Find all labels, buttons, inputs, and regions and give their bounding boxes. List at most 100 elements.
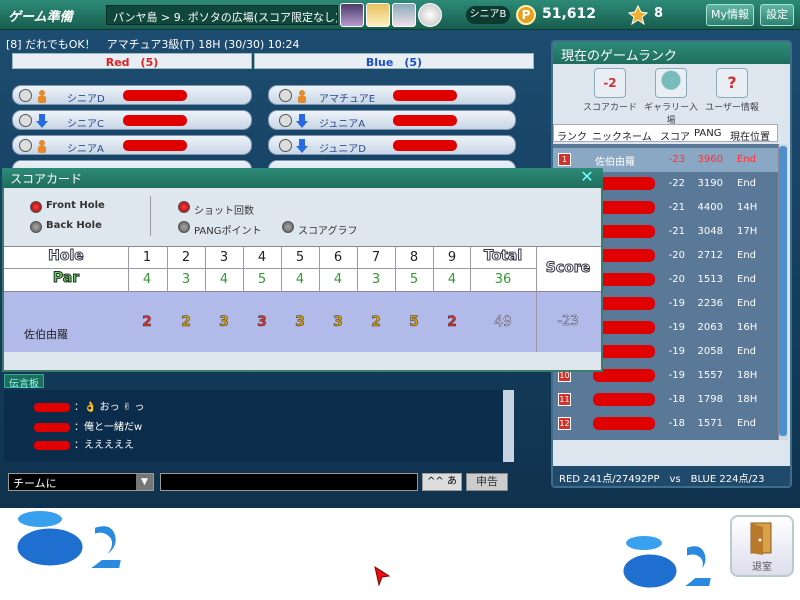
settings-button[interactable]: 設定: [760, 4, 794, 26]
scorecard-title: スコアカード: [2, 168, 603, 188]
par-value: 4: [333, 272, 343, 287]
total-header: Total: [483, 248, 523, 265]
stroke-count: 3: [295, 314, 305, 331]
stroke-count: 3: [257, 314, 267, 331]
par-value: 4: [219, 272, 229, 287]
room-info: [8] だれでもOK！ アマチュア3級(T) 18H (30/30) 10:24: [6, 38, 300, 51]
tab-gallery[interactable]: ギャラリー入場: [641, 68, 701, 126]
player-rank-badge: シニアB: [466, 6, 510, 24]
ready-icon: [19, 89, 32, 102]
stroke-count: 2: [181, 314, 191, 331]
shots-label[interactable]: ショット回数: [194, 202, 254, 217]
character-icon: [38, 140, 46, 153]
par-value: 5: [257, 272, 267, 287]
hole-number: 7: [371, 250, 381, 265]
player-slot[interactable]: ジュニアD: [268, 135, 516, 155]
chat-message: ：えええええ: [34, 436, 134, 451]
arrow-down-icon: [296, 139, 308, 153]
chevron-down-icon[interactable]: ▼: [136, 474, 153, 490]
player-slot[interactable]: シニアA: [12, 135, 252, 155]
rank-table-header: ランク ニックネーム スコア PANG 現在位置: [553, 124, 778, 143]
ready-icon: [19, 114, 32, 127]
team-red-header: Red (5): [12, 53, 252, 69]
par-value: 4: [295, 272, 305, 287]
tab-user-info[interactable]: ? ユーザー情報: [702, 68, 762, 120]
pangya-logo: [620, 536, 714, 591]
stroke-count: 3: [333, 314, 343, 331]
scorecard-player-name: 佐伯由羅: [24, 328, 68, 341]
arrow-down-icon: [36, 114, 48, 128]
message-board-label: 伝言板: [4, 374, 44, 390]
team-blue-header: Blue (5): [254, 53, 534, 69]
chat-channel-select[interactable]: チームに: [8, 473, 154, 491]
mouse-cursor-icon: [374, 566, 390, 586]
chat-message: ：👌 おっ ✌ っ: [34, 398, 144, 413]
ready-icon: [279, 114, 292, 127]
par-value: 4: [447, 272, 457, 287]
front-hole-radio[interactable]: [30, 201, 42, 213]
player-slot[interactable]: アマチュアE: [268, 85, 516, 105]
back-hole-label[interactable]: Back Hole: [46, 220, 102, 231]
pang-points-radio[interactable]: [178, 221, 190, 233]
player-slot[interactable]: ジュニアA: [268, 110, 516, 130]
par-value: 3: [371, 272, 381, 287]
shots-radio[interactable]: [178, 201, 190, 213]
hole-number: 9: [447, 250, 457, 265]
pang-points-label[interactable]: PANGポイント: [194, 222, 261, 237]
exit-room-button[interactable]: 退室: [730, 515, 794, 577]
stroke-count: 5: [409, 314, 419, 331]
rank-panel-title: 現在のゲームランク: [553, 42, 790, 64]
player-total: 49: [494, 314, 512, 331]
chat-message: ：俺と一緒だw: [34, 418, 142, 433]
player-score: -23: [557, 314, 579, 330]
hole-number: 2: [181, 250, 191, 265]
ready-icon: [279, 139, 292, 152]
pangya-logo: [14, 511, 124, 570]
character-icon: [298, 90, 306, 103]
rank-row[interactable]: 12 -18 1571 End: [553, 412, 778, 436]
close-icon[interactable]: ✕: [578, 169, 596, 186]
gallery-icon: [655, 68, 687, 98]
my-info-button[interactable]: My情報: [706, 4, 754, 26]
cookie-point-icon: [628, 5, 648, 25]
breadcrumb: パンヤ島 > 9. ポソタの広場(スコア限定なし): [106, 5, 338, 25]
chat-input[interactable]: [160, 473, 418, 491]
cookie-point-amount: 8: [654, 6, 664, 21]
ime-toggle-button[interactable]: ^^ あ: [422, 473, 462, 491]
hole-number: 6: [333, 250, 343, 265]
front-hole-label[interactable]: Front Hole: [46, 200, 105, 211]
user-info-icon: ?: [716, 68, 748, 98]
player-slot[interactable]: シニアC: [12, 110, 252, 130]
stroke-count: 3: [219, 314, 229, 331]
hole-number: 5: [295, 250, 305, 265]
stroke-count: 2: [142, 314, 152, 331]
rank-scroll-thumb[interactable]: [779, 146, 787, 436]
divider: [150, 196, 151, 236]
screen-title: ゲーム準備: [8, 10, 73, 25]
back-hole-radio[interactable]: [30, 221, 42, 233]
stroke-count: 2: [447, 314, 457, 331]
par-value: 3: [181, 272, 191, 287]
par-value: 4: [142, 272, 152, 287]
tab-scorecard[interactable]: -2 スコアカード: [580, 68, 640, 120]
pang-amount: 51,612: [542, 6, 597, 22]
rank-row[interactable]: 11 -18 1798 18H: [553, 388, 778, 412]
ready-icon: [279, 89, 292, 102]
hole-number: 1: [142, 250, 152, 265]
player-slot[interactable]: シニアD: [12, 85, 252, 105]
report-button[interactable]: 申告: [466, 473, 508, 491]
avatar: [340, 3, 364, 27]
door-icon: [750, 522, 772, 555]
avatar: [366, 3, 390, 27]
arrow-down-icon: [296, 114, 308, 128]
chat-log: ：👌 おっ ✌ っ ：俺と一緒だw ：えええええ: [4, 390, 514, 462]
pang-coin-icon: P: [516, 5, 536, 25]
avatar: [392, 3, 416, 27]
score-graph-label[interactable]: スコアグラフ: [298, 222, 358, 237]
character-icon: [38, 90, 46, 103]
hole-number: 4: [257, 250, 267, 265]
chat-scrollbar[interactable]: [503, 390, 514, 462]
score-graph-radio[interactable]: [282, 221, 294, 233]
scorecard-icon: -2: [594, 68, 626, 98]
hole-number: 8: [409, 250, 419, 265]
